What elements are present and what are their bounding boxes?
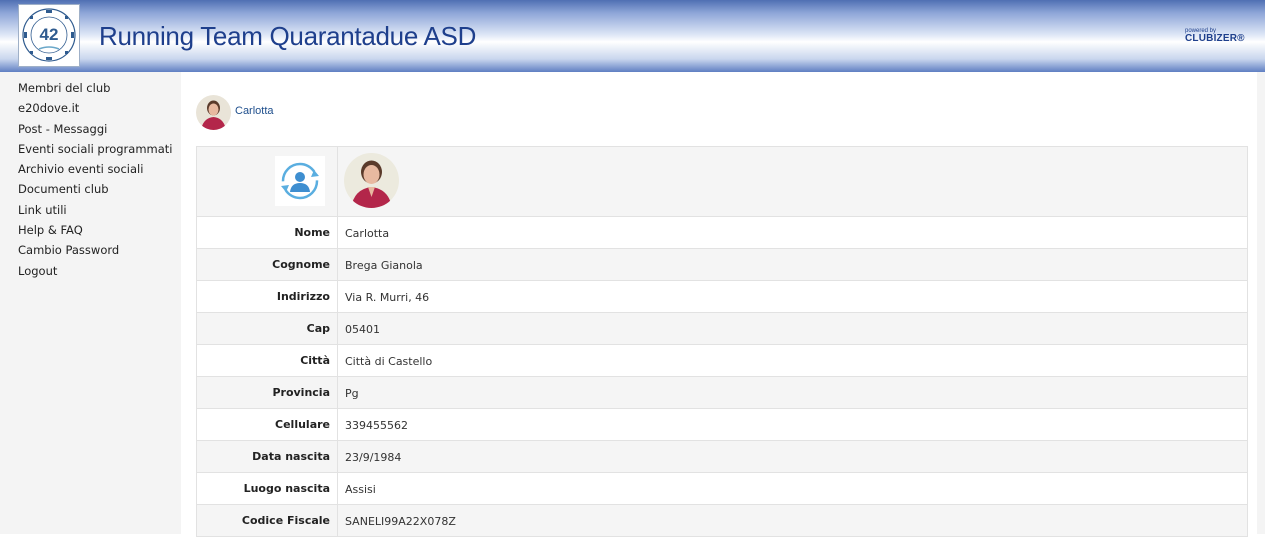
field-label: Cognome: [196, 248, 338, 281]
field-value: Via R. Murri, 46: [337, 280, 1248, 313]
field-label: Indirizzo: [196, 280, 338, 313]
field-label: Città: [196, 344, 338, 377]
field-label: Nome: [196, 216, 338, 249]
field-row-citta: Città Città di Castello: [196, 344, 1248, 377]
user-name-link[interactable]: Carlotta: [235, 105, 274, 117]
refresh-user-icon[interactable]: [275, 156, 325, 209]
field-label: Cap: [196, 312, 338, 345]
field-value: Brega Gianola: [337, 248, 1248, 281]
sidebar-nav: Membri del club e20dove.it Post - Messag…: [0, 72, 181, 534]
sidebar-item-post-messaggi[interactable]: Post - Messaggi: [0, 121, 181, 141]
field-label: Cellulare: [196, 408, 338, 441]
photo-row: [196, 146, 1248, 217]
field-label: Luogo nascita: [196, 472, 338, 505]
field-label: Codice Fiscale: [196, 504, 338, 537]
profile-table: Nome Carlotta Cognome Brega Gianola Indi…: [196, 146, 1248, 537]
sidebar-item-archivio-eventi[interactable]: Archivio eventi sociali: [0, 161, 181, 181]
profile-photo-cell: [337, 146, 1248, 217]
right-gutter: [1257, 72, 1265, 534]
field-row-data-nascita: Data nascita 23/9/1984: [196, 440, 1248, 473]
field-row-luogo-nascita: Luogo nascita Assisi: [196, 472, 1248, 505]
field-row-cognome: Cognome Brega Gianola: [196, 248, 1248, 281]
sidebar-item-help-faq[interactable]: Help & FAQ: [0, 222, 181, 242]
field-row-nome: Nome Carlotta: [196, 216, 1248, 249]
field-label: Data nascita: [196, 440, 338, 473]
field-value: Città di Castello: [337, 344, 1248, 377]
club-logo[interactable]: 42: [18, 4, 80, 67]
profile-photo[interactable]: [344, 152, 399, 208]
field-label: Provincia: [196, 376, 338, 409]
site-title[interactable]: Running Team Quarantadue ASD: [99, 21, 476, 52]
field-row-indirizzo: Indirizzo Via R. Murri, 46: [196, 280, 1248, 313]
photo-action-cell: [196, 146, 338, 217]
field-row-provincia: Provincia Pg: [196, 376, 1248, 409]
field-value: 339455562: [337, 408, 1248, 441]
header-banner: 42 Running Team Quarantadue ASD powered …: [0, 0, 1265, 72]
sidebar-item-link-utili[interactable]: Link utili: [0, 202, 181, 222]
sidebar-item-eventi-programmati[interactable]: Eventi sociali programmati: [0, 141, 181, 161]
field-row-cellulare: Cellulare 339455562: [196, 408, 1248, 441]
sidebar-item-cambio-password[interactable]: Cambio Password: [0, 242, 181, 262]
field-value: Pg: [337, 376, 1248, 409]
sidebar-item-membri[interactable]: Membri del club: [0, 80, 181, 100]
field-value: 23/9/1984: [337, 440, 1248, 473]
user-avatar[interactable]: [196, 95, 231, 130]
field-value: Assisi: [337, 472, 1248, 505]
field-value: 05401: [337, 312, 1248, 345]
svg-text:42: 42: [40, 25, 59, 44]
field-row-codice-fiscale: Codice Fiscale SANELI99A22X078Z: [196, 504, 1248, 537]
sidebar-item-documenti[interactable]: Documenti club: [0, 181, 181, 201]
sidebar-item-e20dove[interactable]: e20dove.it: [0, 100, 181, 120]
clubizer-brand: CLUBIZER®: [1185, 33, 1245, 44]
field-value: SANELI99A22X078Z: [337, 504, 1248, 537]
sidebar-item-logout[interactable]: Logout: [0, 263, 181, 283]
field-value: Carlotta: [337, 216, 1248, 249]
clubizer-badge[interactable]: powered by CLUBIZER®: [1185, 28, 1247, 46]
field-row-cap: Cap 05401: [196, 312, 1248, 345]
